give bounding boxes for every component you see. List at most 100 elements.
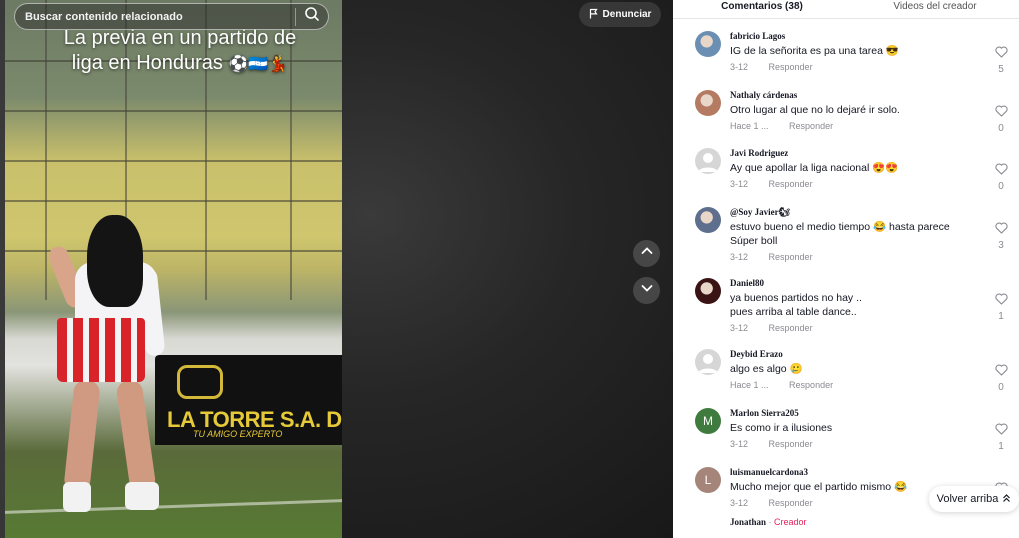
comment-username[interactable]: Marlon Sierra205 [730, 408, 799, 418]
creator-reply-preview[interactable]: Jonathan · Creador [730, 517, 807, 527]
comment-username[interactable]: Javi Rodriguez [730, 148, 788, 158]
comment-text: ya buenos partidos no hay .. pues arriba… [730, 292, 862, 318]
like-count: 3 [998, 240, 1004, 251]
double-chevron-up-icon [1002, 493, 1011, 506]
heart-icon [994, 363, 1008, 380]
panel-tabs: Comentarios (38) Videos del creador [673, 0, 1019, 19]
comment-text: estuvo bueno el medio tiempo 😂 hasta par… [730, 221, 950, 247]
previous-video-button[interactable] [633, 240, 660, 267]
reply-button[interactable]: Responder [769, 323, 813, 333]
reply-button[interactable]: Responder [789, 380, 833, 390]
reply-button[interactable]: Responder [769, 252, 813, 262]
search-bar[interactable] [14, 3, 329, 30]
comment-username[interactable]: @Soy Javier🐿 [730, 207, 790, 218]
avatar[interactable] [695, 349, 721, 375]
comment-meta: 3-12 Responder [730, 498, 813, 508]
like-count: 0 [998, 181, 1004, 192]
back-to-top-label: Volver arriba [936, 493, 999, 505]
like-count: 1 [998, 311, 1004, 322]
field-line [5, 499, 342, 514]
comment-username[interactable]: Nathaly cárdenas [730, 90, 797, 100]
reply-button[interactable]: Responder [769, 439, 813, 449]
comment-meta: Hace 1 ... Responder [730, 380, 833, 390]
dancer-leg [63, 378, 101, 494]
video-stage: LA TORRE S.A. DE C.V. TU AMIGO EXPERTO L… [0, 0, 673, 538]
tab-comments[interactable]: Comentarios (38) [673, 0, 851, 19]
comment-meta: 3-12 Responder [730, 439, 813, 449]
like-button[interactable]: 0 [993, 104, 1009, 134]
comment-date: Hace 1 ... [730, 121, 769, 131]
comment-date: 3-12 [730, 62, 749, 72]
like-count: 5 [998, 64, 1004, 75]
comment-date: 3-12 [730, 323, 749, 333]
heart-icon [994, 292, 1008, 309]
sponsor-logo [177, 365, 223, 399]
like-count: 1 [998, 441, 1004, 452]
avatar-photo [695, 207, 721, 233]
heart-icon [994, 45, 1008, 62]
reply-username: Jonathan [730, 517, 767, 527]
comment-meta: 3-12 Responder [730, 252, 813, 262]
comment-text: IG de la señorita es pa una tarea 😎 [730, 45, 899, 57]
dancer-skirt [57, 318, 145, 382]
heart-icon [994, 422, 1008, 439]
comment-text: Otro lugar al que no lo dejaré ir solo. [730, 104, 900, 116]
tab-divider [673, 18, 1019, 19]
caption-text: liga en Honduras [71, 52, 223, 74]
avatar[interactable] [695, 207, 721, 233]
avatar[interactable] [695, 90, 721, 116]
comment-text: Es como ir a ilusiones [730, 422, 833, 434]
dancer-boot [63, 482, 91, 512]
comment-date: 3-12 [730, 179, 749, 189]
like-button[interactable]: 1 [993, 292, 1009, 322]
next-video-button[interactable] [633, 277, 660, 304]
like-button[interactable]: 0 [993, 162, 1009, 192]
avatar[interactable]: L [695, 467, 721, 493]
like-count: 0 [998, 382, 1004, 393]
avatar-photo [695, 31, 721, 57]
avatar[interactable] [695, 148, 721, 174]
avatar-photo [695, 90, 721, 116]
heart-icon [994, 162, 1008, 179]
heart-icon [994, 221, 1008, 238]
comment-username[interactable]: luismanuelcardona3 [730, 467, 808, 477]
comment-text: Ay que apollar la liga nacional 😍😍 [730, 162, 899, 174]
reply-button[interactable]: Responder [769, 62, 813, 72]
avatar[interactable]: M [695, 408, 721, 434]
tab-creator-videos[interactable]: Videos del creador [851, 0, 1019, 19]
video-caption: La previa en un partido de liga en Hondu… [25, 26, 335, 77]
search-divider [295, 7, 296, 26]
comment-username[interactable]: Deybid Erazo [730, 349, 783, 359]
reply-button[interactable]: Responder [769, 179, 813, 189]
comment-username[interactable]: fabricio Lagos [730, 31, 785, 41]
like-button[interactable]: 0 [993, 363, 1009, 393]
default-avatar-icon [698, 354, 718, 373]
reply-button[interactable]: Responder [769, 498, 813, 508]
search-icon[interactable] [304, 6, 320, 27]
comments-panel: Comentarios (38) Videos del creador fabr… [673, 0, 1019, 538]
like-button[interactable]: 3 [993, 221, 1009, 251]
like-button[interactable]: 1 [993, 422, 1009, 452]
comment-username[interactable]: Daniel80 [730, 278, 764, 288]
back-to-top-button[interactable]: Volver arriba [929, 486, 1019, 512]
comment-date: 3-12 [730, 439, 749, 449]
dancer-hair [87, 215, 143, 307]
search-input[interactable] [25, 10, 287, 23]
avatar[interactable] [695, 278, 721, 304]
banner-subtext: TU AMIGO EXPERTO [193, 429, 283, 439]
default-avatar-icon [698, 153, 718, 172]
like-count: 0 [998, 123, 1004, 134]
dancer-boot [125, 482, 159, 510]
heart-icon [994, 104, 1008, 121]
like-button[interactable]: 5 [993, 45, 1009, 75]
comment-date: 3-12 [730, 252, 749, 262]
comment-date: Hace 1 ... [730, 380, 769, 390]
report-button[interactable]: Denunciar [579, 2, 661, 27]
video-player[interactable]: LA TORRE S.A. DE C.V. TU AMIGO EXPERTO L… [5, 0, 342, 538]
reply-button[interactable]: Responder [789, 121, 833, 131]
creator-tag: Creador [774, 517, 807, 527]
reply-separator: · [766, 517, 775, 527]
avatar[interactable] [695, 31, 721, 57]
chevron-up-icon [640, 244, 654, 263]
chevron-down-icon [640, 281, 654, 300]
